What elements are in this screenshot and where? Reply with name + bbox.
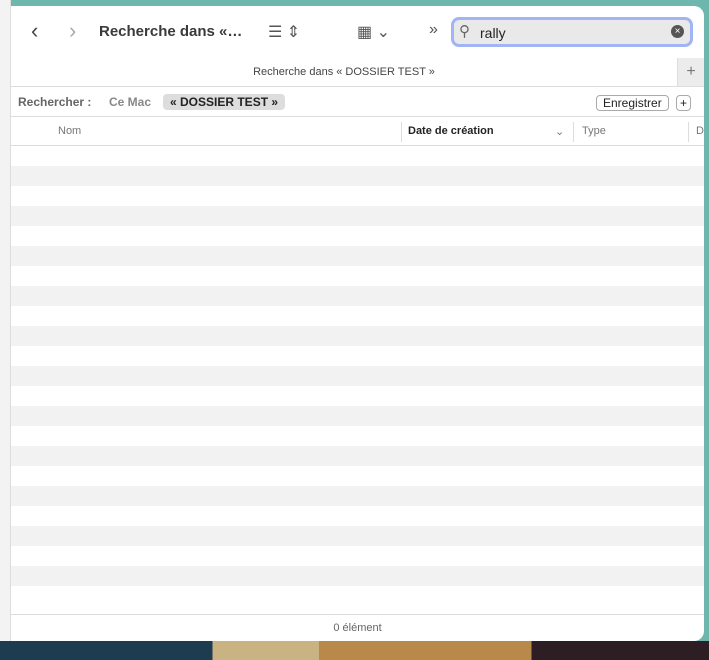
magnifier-icon: ⚲ [459, 23, 470, 40]
scope-folder[interactable]: « DOSSIER TEST » [163, 94, 286, 110]
scope-label: Rechercher : [18, 95, 92, 109]
scope-this-mac[interactable]: Ce Mac [109, 95, 151, 109]
sidebar [0, 0, 11, 641]
desktop-wallpaper [0, 641, 709, 660]
group-icon[interactable]: ▦ ⌄ [357, 22, 390, 42]
window-title: Recherche dans «… [99, 23, 243, 40]
column-name[interactable]: Nom [58, 125, 81, 137]
overflow-icon[interactable]: » [429, 21, 438, 39]
new-tab-button[interactable]: + [677, 58, 704, 86]
tab-search[interactable]: Recherche dans « DOSSIER TEST » [11, 66, 677, 78]
tab-bar: Recherche dans « DOSSIER TEST » + [11, 58, 704, 87]
search-field[interactable]: ⚲ rally × [451, 17, 693, 47]
forward-button[interactable]: › [69, 18, 76, 44]
search-input[interactable]: rally [480, 25, 506, 41]
sort-chevron-icon: ⌄ [555, 126, 565, 138]
status-bar: 0 élément [11, 614, 704, 641]
toolbar: ‹ › Recherche dans «… ☰ ⇕ ▦ ⌄ » ⚲ rally … [11, 6, 704, 58]
finder-window: ‹ › Recherche dans «… ☰ ⇕ ▦ ⌄ » ⚲ rally … [11, 6, 704, 641]
column-date[interactable]: Date de création [408, 125, 494, 137]
save-button[interactable]: Enregistrer [596, 95, 669, 111]
list-view-icon[interactable]: ☰ ⇕ [268, 22, 300, 42]
search-scope-bar: Rechercher : Ce Mac « DOSSIER TEST » Enr… [11, 88, 704, 117]
clear-search-icon[interactable]: × [671, 25, 684, 38]
column-type[interactable]: Type [582, 125, 606, 137]
results-list [11, 146, 704, 586]
column-d[interactable]: D [696, 125, 704, 137]
add-criteria-button[interactable]: + [676, 95, 692, 111]
column-header: Nom Date de création ⌄ Type D [11, 118, 704, 146]
back-button[interactable]: ‹ [31, 18, 38, 44]
